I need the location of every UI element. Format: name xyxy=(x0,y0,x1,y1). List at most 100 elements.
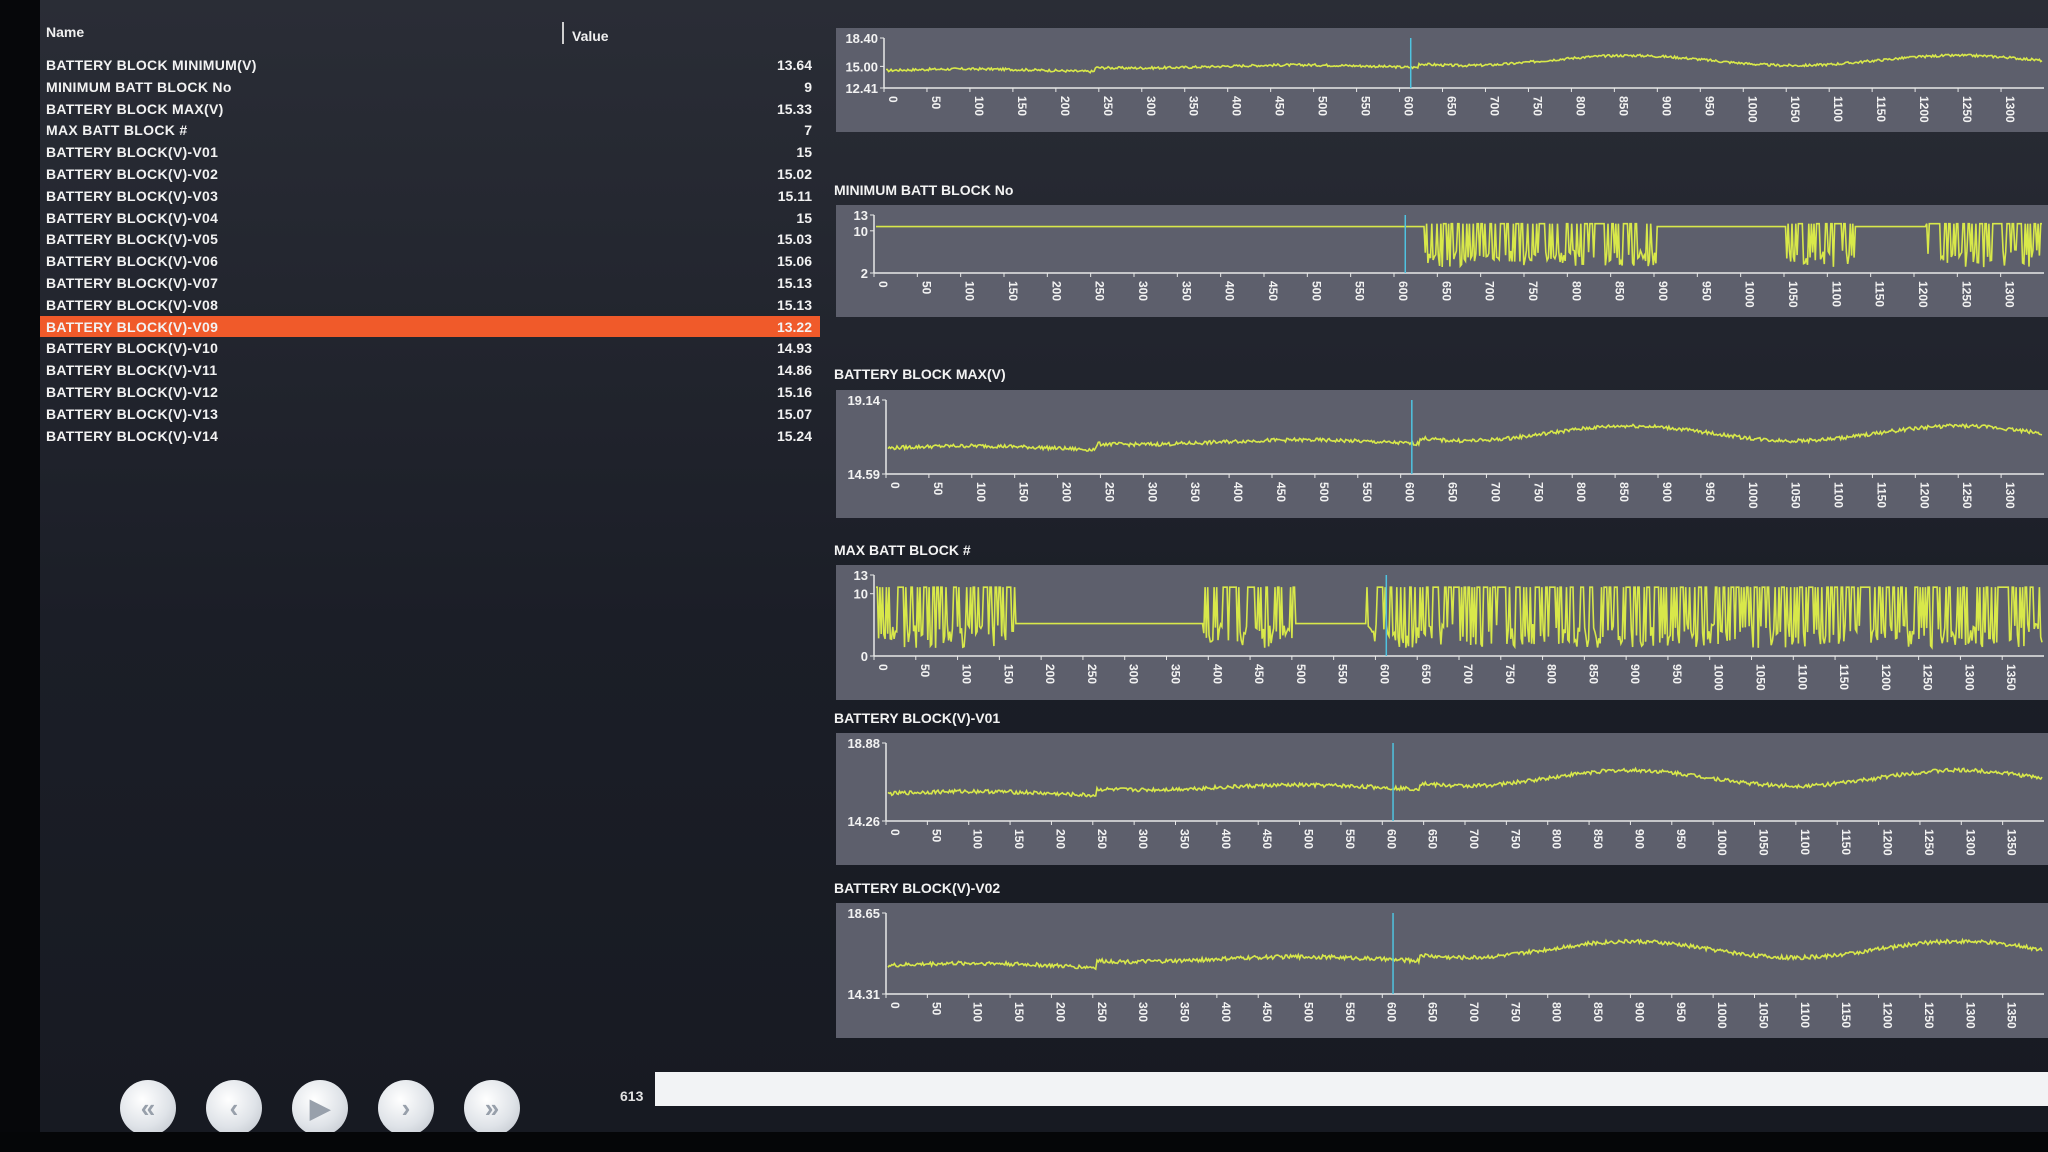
signal-value: 15.13 xyxy=(776,296,812,313)
x-tick-label: 250 xyxy=(1095,829,1109,849)
chart-plot[interactable]: 18.40 15.00 12.41 0 50 100 150 200 250 300 350 400 4… xyxy=(836,28,2048,132)
list-row[interactable]: BATTERY BLOCK(V)-V14 15.24 xyxy=(40,425,820,447)
y-tick-label: 10 xyxy=(854,587,868,602)
x-tick-label: 1150 xyxy=(1839,829,1853,855)
signal-value: 15 xyxy=(796,209,812,226)
column-resize-handle[interactable] xyxy=(562,22,564,44)
column-header-name[interactable]: Name xyxy=(46,24,84,40)
x-tick-label: 1100 xyxy=(1795,664,1809,690)
list-row[interactable]: BATTERY BLOCK(V)-V13 15.07 xyxy=(40,403,820,425)
x-tick-label: 1150 xyxy=(1839,1002,1853,1028)
list-row[interactable]: BATTERY BLOCK(V)-V10 14.93 xyxy=(40,337,820,359)
x-tick-label: 1250 xyxy=(1922,1002,1936,1029)
signal-value: 15.16 xyxy=(776,383,812,400)
x-tick-label: 900 xyxy=(1656,281,1670,301)
list-row[interactable]: BATTERY BLOCK(V)-V04 15 xyxy=(40,207,820,229)
x-tick-label: 50 xyxy=(929,96,943,110)
x-tick-label: 1000 xyxy=(1715,1002,1729,1029)
x-tick-label: 1000 xyxy=(1712,664,1726,691)
list-row[interactable]: BATTERY BLOCK(V)-V07 15.13 xyxy=(40,272,820,294)
x-tick-label: 750 xyxy=(1508,829,1522,849)
x-tick-label: 300 xyxy=(1136,829,1150,849)
chart-plot[interactable]: 18.65 14.31 0 50 100 150 200 250 300 350 400 450 500… xyxy=(836,903,2048,1038)
x-tick-label: 50 xyxy=(919,281,933,295)
x-tick-label: 1300 xyxy=(2003,96,2017,123)
chart-title: BATTERY BLOCK(V)-V02 xyxy=(834,880,1001,896)
x-tick-label: 750 xyxy=(1526,281,1540,301)
x-tick-label: 250 xyxy=(1093,281,1107,301)
chart-plot[interactable]: 19.14 14.59 0 50 100 150 200 250 300 350 400 450 500… xyxy=(836,390,2048,518)
list-row[interactable]: BATTERY BLOCK(V)-V12 15.16 xyxy=(40,381,820,403)
chart-plot[interactable]: 18.88 14.26 0 50 100 150 200 250 300 350 400 450 500… xyxy=(836,733,2048,865)
signal-name: BATTERY BLOCK(V)-V03 xyxy=(46,187,219,204)
list-row[interactable]: BATTERY BLOCK(V)-V01 15 xyxy=(40,141,820,163)
x-tick-label: 950 xyxy=(1703,482,1717,502)
x-tick-label: 500 xyxy=(1294,664,1308,684)
y-tick-label: 15.00 xyxy=(845,59,878,74)
x-tick-label: 950 xyxy=(1674,1002,1688,1022)
series-line xyxy=(887,766,2043,798)
chart-plot[interactable]: 13 10 2 0 50 100 150 200 250 300 350 400 450 500 550 60… xyxy=(836,205,2048,317)
timeline-scrubber[interactable] xyxy=(655,1072,2048,1106)
x-tick-label: 400 xyxy=(1231,482,1245,502)
signal-name: BATTERY BLOCK(V)-V14 xyxy=(46,427,219,444)
list-row[interactable]: BATTERY BLOCK(V)-V08 15.13 xyxy=(40,294,820,316)
chart-svg: 19.14 14.59 0 50 100 150 200 250 300 350 400 450 500… xyxy=(847,393,2044,509)
x-tick-label: 750 xyxy=(1531,482,1545,502)
signal-value: 15.13 xyxy=(776,274,812,291)
chart-plot[interactable]: 13 10 0 0 50 100 150 200 250 300 350 400 450 500 550 60… xyxy=(836,565,2048,700)
y-tick-label: 19.14 xyxy=(847,393,880,408)
list-row[interactable]: MAX BATT BLOCK # 7 xyxy=(40,119,820,141)
list-row[interactable]: BATTERY BLOCK(V)-V05 15.03 xyxy=(40,228,820,250)
x-tick-label: 1050 xyxy=(1786,281,1800,308)
x-tick-label: 1200 xyxy=(1916,281,1930,308)
x-tick-label: 450 xyxy=(1266,281,1280,301)
series-line xyxy=(887,937,2043,971)
x-tick-label: 450 xyxy=(1274,482,1288,502)
monitor-bezel xyxy=(0,0,40,1152)
x-tick-label: 1200 xyxy=(1881,1002,1895,1029)
x-tick-label: 50 xyxy=(929,829,943,843)
signal-value: 15.24 xyxy=(776,427,812,444)
x-tick-label: 250 xyxy=(1085,664,1099,684)
signal-value: 15.33 xyxy=(776,100,812,117)
list-row[interactable]: BATTERY BLOCK(V)-V02 15.02 xyxy=(40,163,820,185)
x-tick-label: 50 xyxy=(931,482,945,496)
x-tick-label: 350 xyxy=(1178,1002,1192,1022)
next-button[interactable]: › xyxy=(378,1080,434,1136)
x-tick-label: 800 xyxy=(1550,829,1564,849)
x-tick-label: 1300 xyxy=(1963,829,1977,856)
signal-name: BATTERY BLOCK(V)-V11 xyxy=(46,362,218,379)
rewind-button[interactable]: « xyxy=(120,1080,176,1136)
signal-value: 15 xyxy=(796,144,812,161)
x-tick-label: 200 xyxy=(1049,281,1063,301)
list-row[interactable]: MINIMUM BATT BLOCK No 9 xyxy=(40,76,820,98)
list-row[interactable]: BATTERY BLOCK(V)-V03 15.11 xyxy=(40,185,820,207)
x-tick-label: 150 xyxy=(1012,1002,1026,1022)
play-button[interactable]: ▶ xyxy=(292,1080,348,1136)
x-tick-label: 700 xyxy=(1487,96,1501,116)
x-tick-label: 700 xyxy=(1483,281,1497,301)
column-header-value[interactable]: Value xyxy=(572,28,609,44)
signal-name: BATTERY BLOCK(V)-V07 xyxy=(46,274,219,291)
x-tick-label: 1050 xyxy=(1757,1002,1771,1029)
chart-title: MAX BATT BLOCK # xyxy=(834,542,971,558)
list-row[interactable]: BATTERY BLOCK MAX(V) 15.33 xyxy=(40,98,820,120)
x-tick-label: 350 xyxy=(1179,281,1193,301)
x-tick-label: 750 xyxy=(1508,1002,1522,1022)
list-row[interactable]: BATTERY BLOCK(V)-V06 15.06 xyxy=(40,250,820,272)
previous-button[interactable]: ‹ xyxy=(206,1080,262,1136)
x-tick-label: 1100 xyxy=(1832,482,1846,508)
x-tick-label: 1100 xyxy=(1798,1002,1812,1028)
list-row[interactable]: BATTERY BLOCK MINIMUM(V) 13.64 xyxy=(40,54,820,76)
list-row[interactable]: BATTERY BLOCK(V)-V09 13.22 xyxy=(40,315,820,338)
list-row[interactable]: BATTERY BLOCK(V)-V11 14.86 xyxy=(40,359,820,381)
fast-forward-button[interactable]: » xyxy=(464,1080,520,1136)
series-line xyxy=(887,422,2043,453)
x-tick-label: 1250 xyxy=(1960,96,1974,123)
x-tick-label: 50 xyxy=(929,1002,943,1016)
signal-name: BATTERY BLOCK(V)-V05 xyxy=(46,231,219,248)
x-tick-label: 0 xyxy=(888,1002,902,1009)
x-tick-label: 200 xyxy=(1053,1002,1067,1022)
x-tick-label: 450 xyxy=(1260,829,1274,849)
